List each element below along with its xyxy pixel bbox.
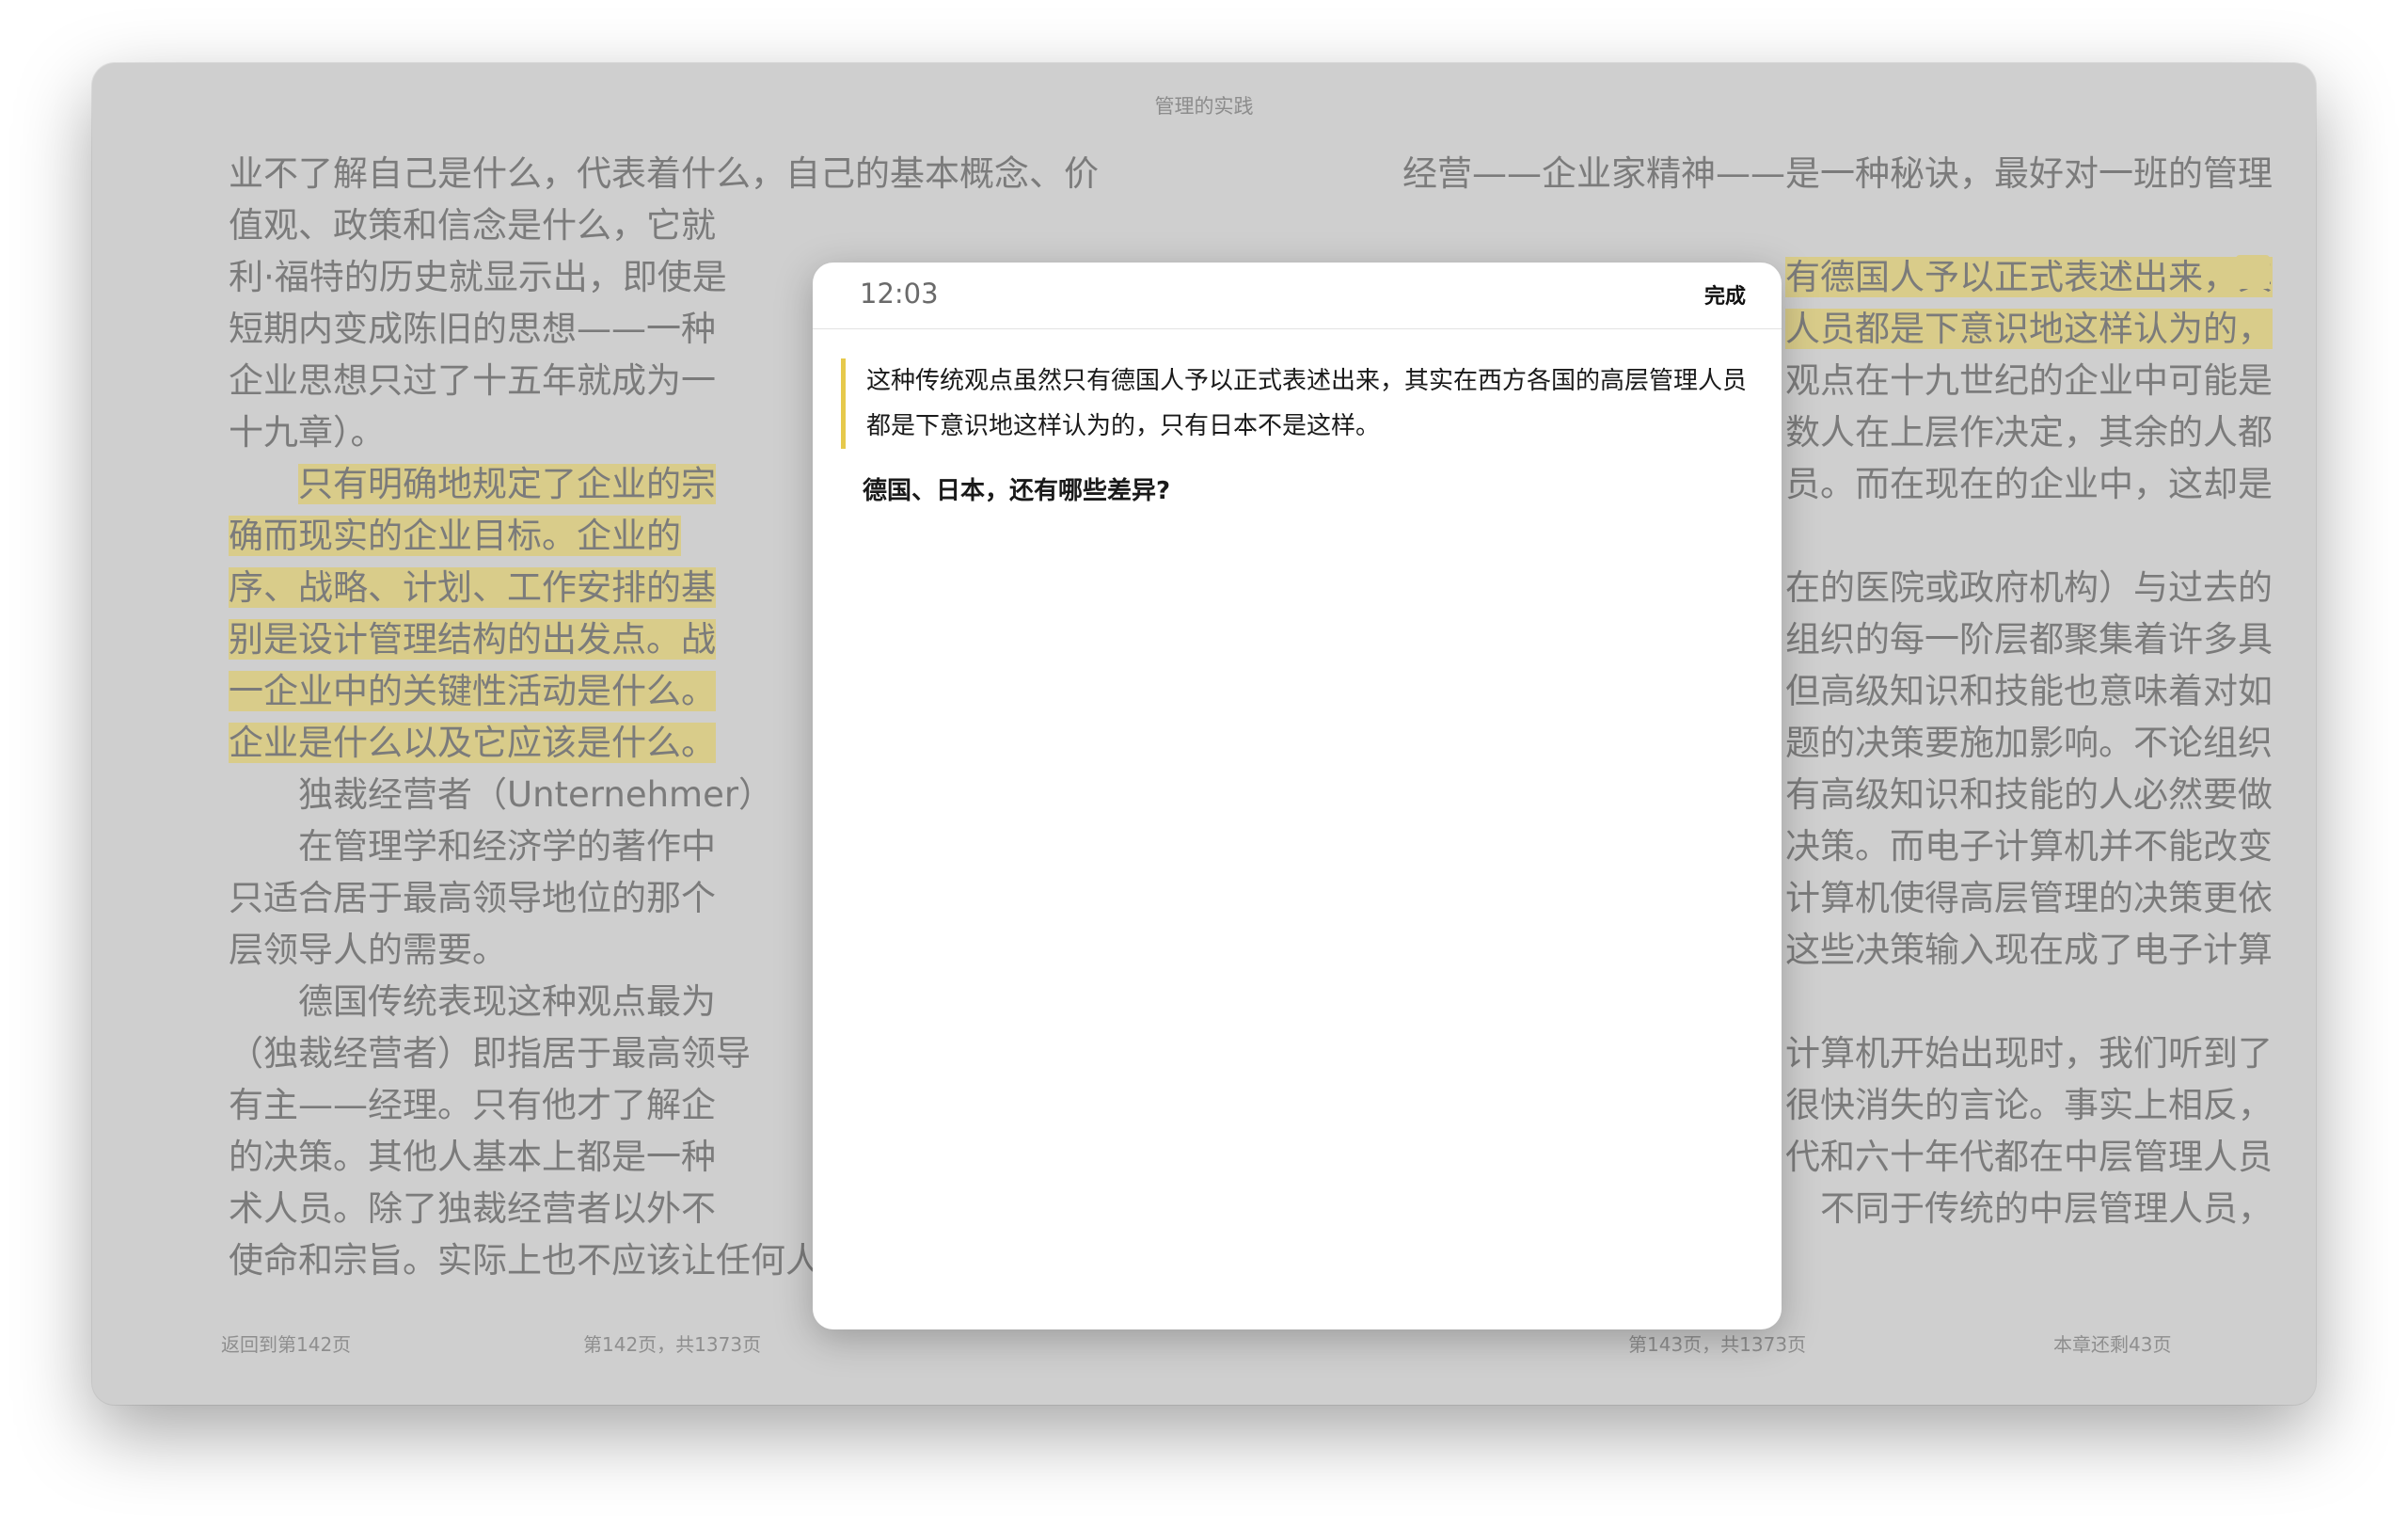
text-line: 业不了解自己是什么，代表着什么，自己的基本概念、价 <box>229 148 1133 199</box>
text-line-content[interactable]: 观点在十九世纪的企业中可能是 <box>1785 360 2273 401</box>
text-line-content[interactable]: 值观、政策和信念是什么，它就 <box>229 205 716 246</box>
highlighted-text[interactable]: 只有明确地规定了企业的宗 <box>298 464 716 504</box>
text-line-content[interactable]: 这些决策输入现在成了电子计算 <box>1785 930 2273 970</box>
text-line-content[interactable]: 德国传统表现这种观点最为 <box>298 981 716 1022</box>
highlight-quote: 这种传统观点虽然只有德国人予以正式表述出来，其实在西方各国的高层管理人员都是下意… <box>841 358 1760 449</box>
text-line-content[interactable]: 术人员。除了独裁经营者以外不 <box>229 1188 716 1229</box>
highlighted-text[interactable]: 序、战略、计划、工作安排的基 <box>229 567 716 608</box>
text-line-content[interactable]: 计算机开始出现时，我们听到了 <box>1785 1033 2273 1074</box>
text-line-content[interactable]: 只适合居于最高领导地位的那个 <box>229 878 716 918</box>
text-line-content[interactable]: 独裁经营者（Unternehmer） <box>298 774 773 815</box>
dialog-time: 12:03 <box>860 278 939 310</box>
text-line-content[interactable]: 十九章）。 <box>229 412 386 453</box>
text-line-content[interactable]: 题的决策要施加影响。不论组织 <box>1785 723 2273 763</box>
text-line-content[interactable]: 在管理学和经济学的著作中 <box>298 826 716 867</box>
text-line-content[interactable]: 组织的每一阶层都聚集着许多具 <box>1785 619 2273 660</box>
highlighted-text[interactable]: 一企业中的关键性活动是什么。 <box>229 671 716 711</box>
text-line: 经营——企业家精神——是一种秘诀，最好对一班的管理 <box>1275 148 2273 199</box>
right-page-number: 第143页，共1373页 <box>1628 1333 1807 1356</box>
text-line-content[interactable]: 经营——企业家精神——是一种秘诀，最好对一班的管理 <box>1402 153 2273 194</box>
text-line-content[interactable]: 层领导人的需要。 <box>229 930 507 970</box>
text-line: 值观、政策和信念是什么，它就 <box>229 199 1133 251</box>
highlighted-text[interactable]: 确而现实的企业目标。企业的 <box>229 516 681 556</box>
done-button[interactable]: 完成 <box>1704 279 1746 310</box>
text-line-content[interactable]: 利·福特的历史就显示出，即使是 <box>229 257 727 297</box>
note-dialog: 12:03 完成 这种传统观点虽然只有德国人予以正式表述出来，其实在西方各国的高… <box>813 263 1782 1329</box>
text-line-content[interactable]: 员。而在现在的企业中，这却是 <box>1785 464 2273 504</box>
highlighted-text[interactable]: 别是设计管理结构的出发点。战 <box>229 619 716 660</box>
text-line-content[interactable]: 有主——经理。只有他才了解企 <box>229 1085 716 1125</box>
text-line-content[interactable]: 短期内变成陈旧的思想——一种 <box>229 309 716 349</box>
highlighted-text[interactable]: 人员都是下意识地这样认为的， <box>1785 309 2273 349</box>
highlighted-text[interactable]: 企业是什么以及它应该是什么。 <box>229 723 716 763</box>
text-line-content[interactable]: 代和六十年代都在中层管理人员 <box>1785 1137 2273 1177</box>
text-line-content[interactable]: 很快消失的言论。事实上相反， <box>1785 1085 2273 1125</box>
reader-window: 管理的实践 业不了解自己是什么，代表着什么，自己的基本概念、价 值观、政策和信念是… <box>92 63 2316 1405</box>
text-line-content[interactable]: 决策。而电子计算机并不能改变 <box>1785 826 2273 867</box>
dialog-header: 12:03 完成 <box>813 263 1782 329</box>
highlighted-text[interactable]: 有德国人予以正式表述出来，其 <box>1785 257 2273 297</box>
text-line-content[interactable]: 业不了解自己是什么，代表着什么，自己的基本概念、价 <box>229 153 1099 194</box>
back-to-page-link[interactable]: 返回到第142页 <box>221 1329 351 1357</box>
text-line-content[interactable]: 有高级知识和技能的人必然要做 <box>1785 774 2273 815</box>
window-title: 管理的实践 <box>1154 95 1254 118</box>
text-line-content[interactable]: 企业思想只过了十五年就成为一 <box>229 360 716 401</box>
highlight-marker-icon[interactable] <box>2236 255 2270 289</box>
left-page-number: 第142页，共1373页 <box>583 1333 762 1356</box>
text-line-content[interactable]: 不同于传统的中层管理人员， <box>1820 1188 2273 1229</box>
text-line-content[interactable]: 计算机使得高层管理的决策更依 <box>1785 878 2273 918</box>
text-line-content[interactable]: 在的医院或政府机构）与过去的 <box>1785 567 2273 608</box>
chapter-remaining: 本章还剩43页 <box>2053 1333 2172 1356</box>
note-text[interactable]: 德国、日本，还有哪些差异? <box>863 471 1170 506</box>
text-line-content[interactable]: 的决策。其他人基本上都是一种 <box>229 1137 716 1177</box>
text-line-content[interactable]: 数人在上层作决定，其余的人都 <box>1785 412 2273 453</box>
text-line <box>1275 199 2273 251</box>
text-line-content[interactable]: 但高级知识和技能也意味着对如 <box>1785 671 2273 711</box>
text-line-content[interactable]: （独裁经营者）即指居于最高领导 <box>229 1033 751 1074</box>
